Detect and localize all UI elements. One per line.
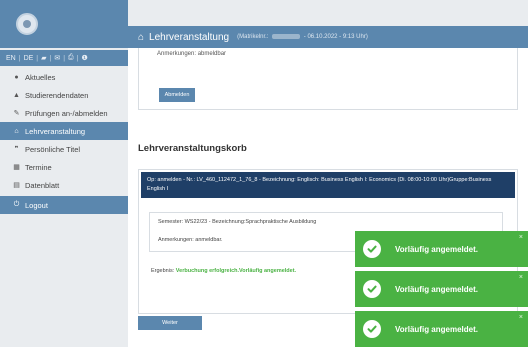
section-title: Lehrveranstaltungskorb [138,143,247,154]
edit-icon: ✎ [13,110,20,117]
abmelden-button[interactable]: Abmelden [159,88,195,102]
separator: | [49,54,52,62]
header-datetime: - 06.10.2022 - 9:13 Uhr) [303,34,368,41]
mail-icon[interactable]: ✉ [54,54,60,62]
sidebar-item-termine[interactable]: ▦ Termine [0,158,128,176]
sidebar-item-logout[interactable]: ⏻ Logout [0,196,128,214]
close-icon[interactable]: × [519,314,523,321]
separator: | [18,54,21,62]
sidebar-item-label: Datenblatt [25,180,60,190]
success-toast[interactable]: Vorläufig angemeldet. × [355,271,528,307]
redacted-matrikel [272,33,301,39]
sidebar-item-aktuelles[interactable]: ● Aktuelles [0,68,128,86]
sidebar-item-label: Studierendendaten [25,90,89,100]
graduation-cap-icon: ▲ [13,91,20,99]
header-meta: (Matrikelnr.: - 06.10.2022 - 9:13 Uhr) [237,33,368,41]
university-seal-logo[interactable] [16,13,38,35]
sidebar-item-label: Aktuelles [25,72,56,82]
course-card: Anmerkungen: abmeldbar Abmelden [138,48,518,110]
lang-de-link[interactable]: DE [24,55,34,62]
success-toast[interactable]: Vorläufig angemeldet. × [355,231,528,267]
separator: | [63,54,66,62]
sidebar-nav: ● Aktuelles ▲ Studierendendaten ✎ Prüfun… [0,68,128,214]
toast-message: Vorläufig angemeldet. [395,284,478,294]
print-icon[interactable]: ⎙ [68,54,74,62]
quote-icon: ❞ [14,146,19,153]
basket-entry-header: Op: anmelden - Nr.: LV_460_112472_1_76_8… [141,172,515,198]
sidebar-item-pruefungen[interactable]: ✎ Prüfungen an-/abmelden [0,104,128,122]
separator: | [76,54,79,62]
matrikel-label: (Matrikelnr.: [237,34,269,41]
sidebar-item-lehrveranstaltung[interactable]: ⌂ Lehrveranstaltung [0,122,128,140]
page-header: ⌂ Lehrveranstaltung (Matrikelnr.: - 06.1… [128,26,528,48]
sidebar-item-label: Lehrveranstaltung [25,126,86,136]
lang-en-link[interactable]: EN [6,55,16,62]
check-circle-icon [363,280,381,298]
check-circle-icon [363,240,381,258]
success-toast[interactable]: Vorläufig angemeldet. × [355,311,528,347]
power-icon: ⏻ [13,201,20,208]
separator: | [36,54,39,62]
sidebar-item-studierendendaten[interactable]: ▲ Studierendendaten [0,86,128,104]
info-icon[interactable]: ❶ [81,54,87,62]
entry-note: Anmerkungen: anmeldbar. [158,237,223,243]
toast-message: Vorläufig angemeldet. [395,324,478,334]
sidebar: EN | DE | ▰ | ✉ | ⎙ | ❶ ● Aktuelles ▲ St… [0,0,128,347]
sidebar-item-label: Logout [25,200,48,210]
sidebar-item-datenblatt[interactable]: ▤ Datenblatt [0,176,128,194]
sidebar-item-label: Termine [25,162,52,172]
weiter-button[interactable]: Weiter [138,316,202,330]
book-icon[interactable]: ▰ [41,54,46,62]
result-value: Verbuchung erfolgreich.Vorläufig angemel… [175,268,297,274]
result-label: Ergebnis: [151,268,175,274]
page-title: Lehrveranstaltung [149,31,230,43]
sidebar-item-persoenliche-titel[interactable]: ❞ Persönliche Titel [0,140,128,158]
close-icon[interactable]: × [519,274,523,281]
result-line: Ergebnis: Verbuchung erfolgreich.Vorläuf… [151,268,296,274]
document-icon: ▤ [13,182,20,189]
logo-area [0,0,128,48]
institution-icon: ⌂ [138,31,145,43]
language-toolbar: EN | DE | ▰ | ✉ | ⎙ | ❶ [0,50,128,66]
sidebar-item-label: Persönliche Titel [25,144,81,154]
semester-info: Semester: WS22/23 - Bezeichnung:Sprachpr… [158,219,317,225]
course-note: Anmerkungen: abmeldbar [157,51,227,57]
calendar-icon: ▦ [13,164,20,171]
toast-message: Vorläufig angemeldet. [395,244,478,254]
institution-icon: ⌂ [14,127,19,135]
speech-bubble-icon: ● [14,73,19,81]
check-circle-icon [363,320,381,338]
sidebar-item-label: Prüfungen an-/abmelden [25,108,108,118]
close-icon[interactable]: × [519,234,523,241]
